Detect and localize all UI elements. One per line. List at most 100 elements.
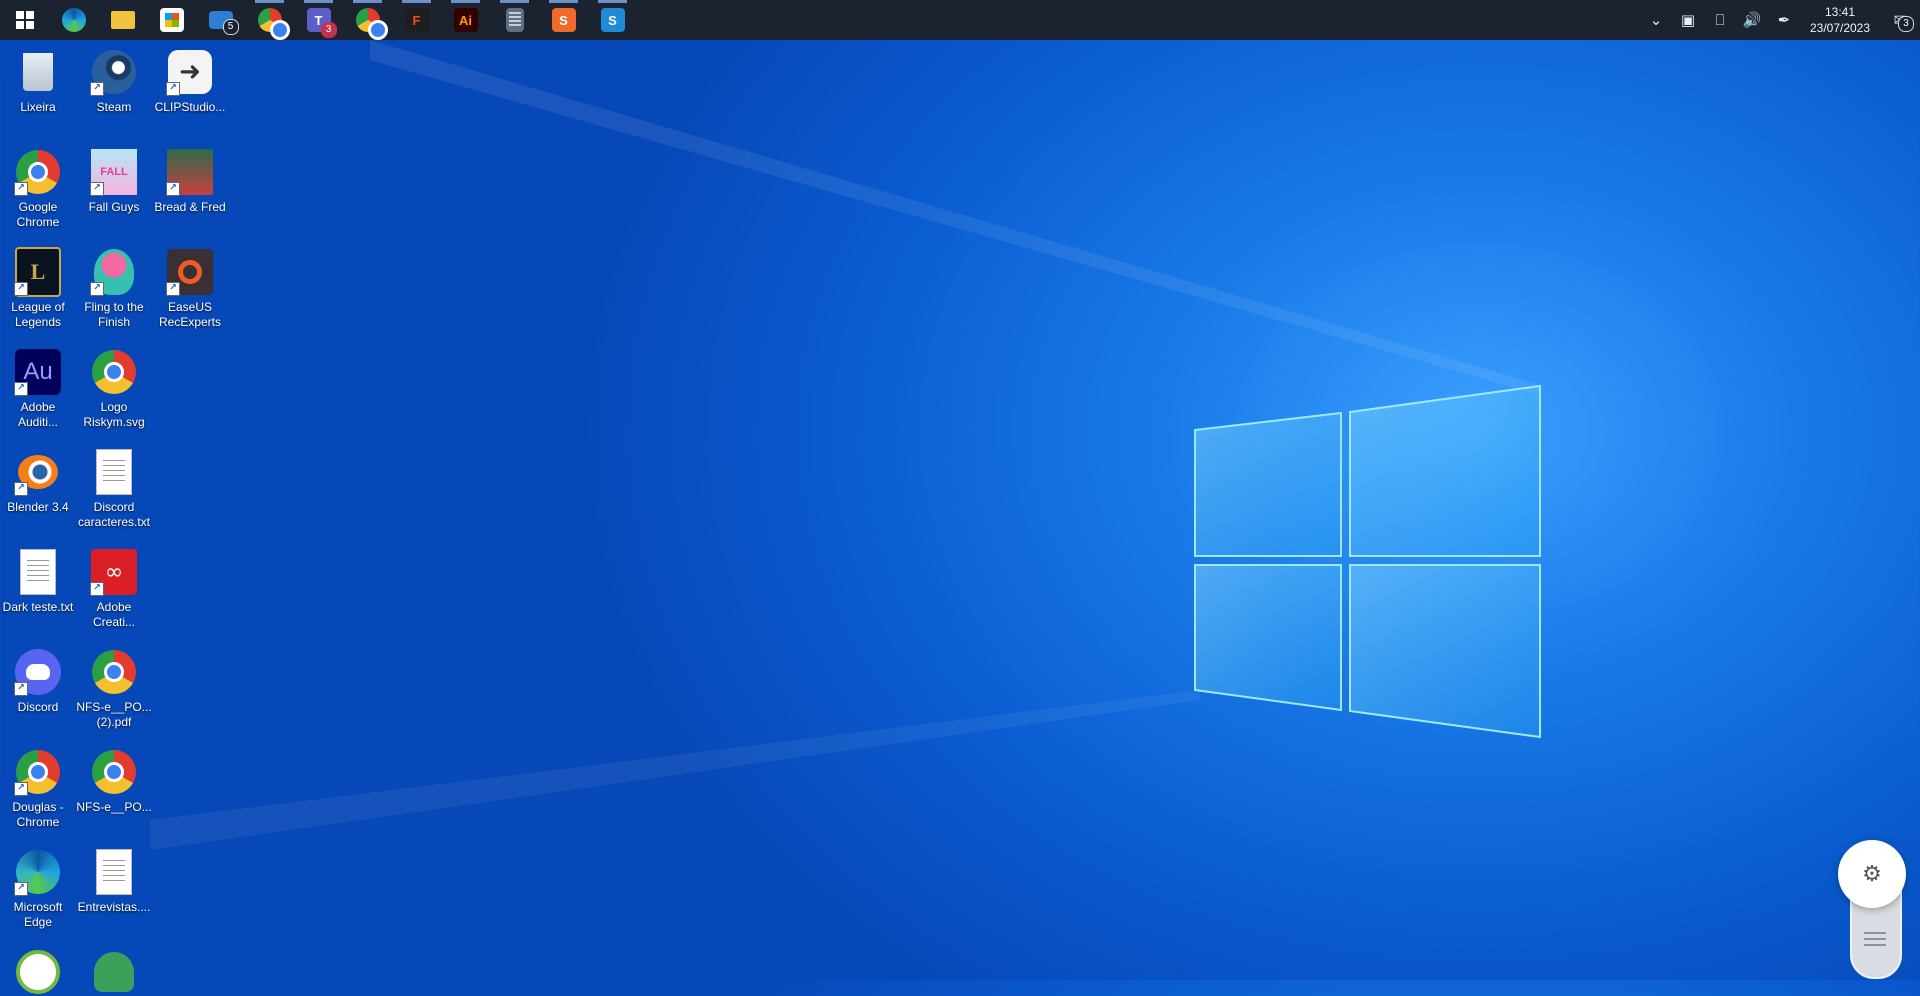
icon-label: Bread & Fred — [154, 200, 226, 214]
icon-label: NFS-e__PO... — [76, 800, 152, 814]
text-file-icon — [14, 548, 62, 596]
desktop-icon-utorrent[interactable] — [0, 948, 76, 996]
desktop-icon-league-of-legends[interactable]: L ↗ League of Legends — [0, 247, 76, 330]
desktop-icon-discord-caracteres[interactable]: Discord caracteres.txt — [76, 448, 152, 530]
logo-pane-tr — [1349, 384, 1541, 557]
desktop-icon-nfs-pdf[interactable]: NFS-e__PO... — [76, 748, 152, 815]
sublime-icon: S — [551, 8, 576, 32]
wallpaper — [150, 40, 1541, 850]
volume-icon[interactable]: 🔊 — [1736, 0, 1768, 40]
icon-label: Blender 3.4 — [7, 500, 69, 514]
clip-studio-icon: ➜ ↗ — [166, 48, 214, 96]
hamburger-menu-icon[interactable] — [1864, 932, 1886, 948]
pen-icon[interactable]: ✒ — [1768, 0, 1800, 40]
illustrator-button[interactable]: Ai — [441, 0, 490, 40]
desktop-icon-bread-and-fred[interactable]: ↗ Bread & Fred — [152, 148, 228, 215]
desktop-icon-adobe-creative-cloud[interactable]: ∞ ↗ Adobe Creati... — [76, 548, 152, 630]
icon-label: CLIPStudio... — [154, 100, 226, 114]
desktop-icon-steam[interactable]: ↗ Steam — [76, 48, 152, 115]
windows-icon — [15, 11, 34, 29]
shortcut-arrow-icon: ↗ — [166, 282, 180, 296]
desktop-icon-douglas-chrome[interactable]: ↗ Douglas - Chrome — [0, 748, 76, 830]
running-indicator — [598, 0, 627, 3]
icon-label: Adobe Auditi... — [17, 400, 59, 429]
meet-now-icon[interactable]: ▣ — [1672, 0, 1704, 40]
illustrator-icon: Ai — [453, 8, 478, 32]
chrome-icon — [90, 748, 138, 796]
running-indicator — [500, 0, 529, 3]
shortcut-arrow-icon: ↗ — [14, 882, 28, 896]
edge-icon — [61, 8, 86, 32]
timer-icon: ⚙ — [1862, 861, 1882, 887]
start-button[interactable] — [0, 0, 49, 40]
store-icon — [159, 8, 184, 32]
s-app-button[interactable]: S — [588, 0, 637, 40]
figma-letter: F — [412, 12, 421, 28]
logo-pane-bl — [1194, 564, 1342, 712]
icon-label: League of Legends — [11, 300, 65, 329]
icon-label: Lixeira — [20, 100, 56, 114]
s-app-icon: S — [600, 8, 625, 32]
icon-label: NFS-e__PO... (2).pdf — [76, 700, 152, 729]
league-of-legends-icon: L ↗ — [14, 247, 62, 297]
taskbar: 5 T 3 F Ai S S ⌄ ▣ ⎕ 🔊 ✒ 13:41 23/07/202… — [0, 0, 1920, 40]
notification-center-icon[interactable]: ✉ 3 — [1880, 0, 1920, 40]
chrome-icon — [355, 8, 388, 40]
clock-time: 13:41 — [1824, 5, 1856, 19]
clock-date: 23/07/2023 — [1809, 21, 1871, 35]
chrome-icon — [90, 348, 138, 396]
shortcut-arrow-icon: ↗ — [14, 182, 28, 196]
desktop-icon-easeus[interactable]: ↗ EaseUS RecExperts — [152, 248, 228, 330]
calculator-button[interactable] — [490, 0, 539, 40]
desktop-icon-discord[interactable]: ↗ Discord — [0, 648, 76, 715]
creative-cloud-icon: ∞ ↗ — [90, 548, 138, 596]
sublime-letter: S — [559, 12, 568, 28]
mail-button[interactable]: 5 — [196, 0, 245, 40]
desktop-icon-fall-guys[interactable]: FALL ↗ Fall Guys — [76, 148, 152, 215]
icon-label: Fling to the Finish — [84, 300, 144, 329]
edge-taskbar-button[interactable] — [49, 0, 98, 40]
chevron-up-icon[interactable]: ⌄ — [1640, 0, 1672, 40]
figma-button[interactable]: F — [392, 0, 441, 40]
fall-guys-icon: FALL ↗ — [90, 148, 138, 196]
desktop-icon-adobe-audition[interactable]: Au ↗ Adobe Auditi... — [0, 348, 76, 430]
chrome-profile-icon: ↗ — [14, 748, 62, 796]
illustrator-letters: Ai — [459, 12, 472, 28]
network-icon[interactable]: ⎕ — [1704, 0, 1736, 40]
file-explorer-button[interactable] — [98, 0, 147, 40]
desktop-icon-nfs-pdf-2[interactable]: NFS-e__PO... (2).pdf — [76, 648, 152, 730]
chrome-button[interactable] — [343, 0, 392, 40]
recycle-bin-icon — [14, 48, 62, 96]
icon-label: Steam — [96, 100, 132, 114]
desktop-icon-partial[interactable] — [76, 948, 152, 996]
desktop-icon-dark-teste[interactable]: Dark teste.txt — [0, 548, 76, 615]
running-indicator — [255, 0, 284, 3]
desktop-icon-clip-studio[interactable]: ➜ ↗ CLIPStudio... — [152, 48, 228, 115]
desktop-icon-fling-to-the-finish[interactable]: ↗ Fling to the Finish — [76, 248, 152, 330]
store-button[interactable] — [147, 0, 196, 40]
shortcut-arrow-icon: ↗ — [14, 382, 28, 396]
shortcut-arrow-icon: ↗ — [14, 782, 28, 796]
text-file-icon — [90, 848, 138, 896]
desktop-icon-entrevistas[interactable]: Entrevistas.... — [76, 848, 152, 915]
widget-action-button[interactable]: ⚙ — [1838, 840, 1906, 908]
shortcut-arrow-icon: ↗ — [90, 582, 104, 596]
teams-button[interactable]: T 3 — [294, 0, 343, 40]
desktop-icon-recycle-bin[interactable]: Lixeira — [0, 48, 76, 115]
desktop-icon-microsoft-edge[interactable]: ↗ Microsoft Edge — [0, 848, 76, 930]
chrome-icon — [90, 648, 138, 696]
desktop-icon-logo-riskym[interactable]: Logo Riskym.svg — [76, 348, 152, 430]
clock[interactable]: 13:41 23/07/2023 — [1800, 4, 1880, 36]
system-tray: ⌄ ▣ ⎕ 🔊 ✒ 13:41 23/07/2023 ✉ 3 — [1640, 0, 1920, 40]
sublime-button[interactable]: S — [539, 0, 588, 40]
floating-widget: ⚙ — [1838, 840, 1908, 979]
calculator-icon — [505, 8, 524, 32]
teams-badge: 3 — [320, 22, 337, 38]
chrome-profile-button[interactable] — [245, 0, 294, 40]
desktop-icon-blender[interactable]: ↗ Blender 3.4 — [0, 448, 76, 515]
utorrent-icon — [14, 948, 62, 996]
desktop-icon-google-chrome[interactable]: ↗ Google Chrome — [0, 148, 76, 230]
logo-pane-tl — [1194, 411, 1342, 557]
mail-icon: 5 — [208, 11, 239, 35]
icon-label: Microsoft Edge — [13, 900, 63, 929]
